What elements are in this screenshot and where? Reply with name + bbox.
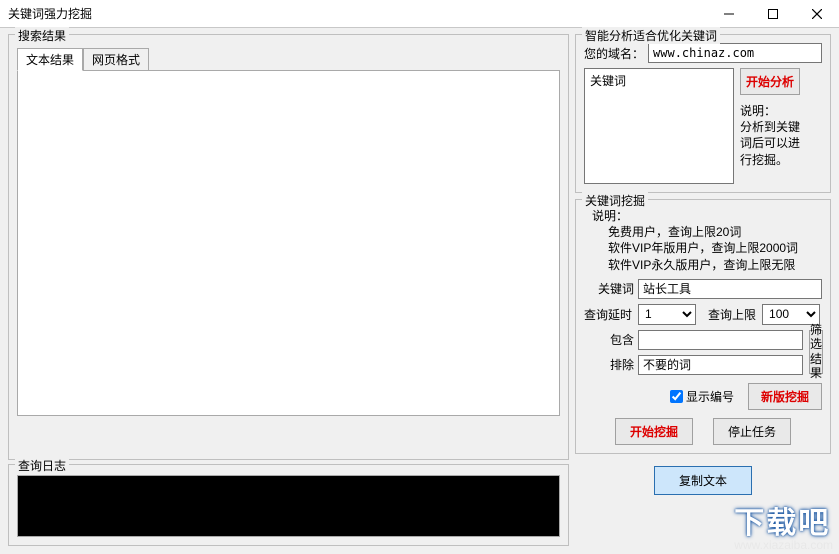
- domain-label: 您的域名：: [584, 45, 644, 62]
- keyword-input[interactable]: [638, 279, 822, 299]
- mining-actions: 开始挖掘 停止任务: [584, 418, 822, 445]
- search-results-group: 搜索结果 文本结果 网页格式: [8, 34, 569, 460]
- exclude-input[interactable]: [638, 355, 803, 375]
- filter-button-label: 筛选结果: [810, 323, 822, 381]
- limit-select[interactable]: 100: [762, 304, 820, 325]
- analysis-desc-head: 说明：: [740, 104, 776, 118]
- query-log-area[interactable]: [17, 475, 560, 537]
- keyword-label: 关键词: [584, 280, 634, 297]
- delay-limit-row: 查询延时 1 查询上限 100: [584, 304, 822, 325]
- mining-group: 关键词挖掘 说明： 免费用户，查询上限20词 软件VIP年版用户，查询上限200…: [575, 199, 831, 454]
- exclude-label: 排除: [584, 356, 634, 373]
- exclude-row: 排除: [584, 355, 803, 375]
- filter-block: 包含 排除 筛选结果: [584, 330, 822, 375]
- analysis-desc: 说明： 分析到关键词后可以进行挖掘。: [740, 103, 800, 168]
- analysis-group: 智能分析适合优化关键词 您的域名： 关键词 开始分析 说明： 分析到关键词后可以…: [575, 34, 831, 193]
- stop-task-button[interactable]: 停止任务: [713, 418, 791, 445]
- results-area[interactable]: [17, 70, 560, 416]
- domain-input[interactable]: [648, 43, 822, 63]
- copy-text-button[interactable]: 复制文本: [654, 466, 752, 495]
- close-button[interactable]: [795, 0, 839, 28]
- include-row: 包含: [584, 330, 803, 350]
- analysis-legend: 智能分析适合优化关键词: [582, 27, 720, 44]
- mining-legend: 关键词挖掘: [582, 192, 648, 209]
- mining-desc: 说明： 免费用户，查询上限20词 软件VIP年版用户，查询上限2000词 软件V…: [584, 208, 822, 273]
- limit-label: 查询上限: [708, 306, 756, 323]
- tab-web-format[interactable]: 网页格式: [83, 48, 149, 71]
- result-tabs: 文本结果 网页格式: [17, 47, 560, 70]
- minimize-button[interactable]: [707, 0, 751, 28]
- include-label: 包含: [584, 331, 634, 348]
- mining-desc-2: 软件VIP年版用户，查询上限2000词: [584, 240, 822, 256]
- query-log-legend: 查询日志: [15, 457, 69, 474]
- body: 搜索结果 文本结果 网页格式 查询日志 智能分析适合优化关键词 您的域名： 关键…: [0, 28, 839, 554]
- analysis-keyword-head: 关键词: [590, 74, 626, 88]
- show-number-checkbox[interactable]: 显示编号: [670, 388, 734, 405]
- copy-row: 复制文本: [575, 466, 831, 495]
- search-results-legend: 搜索结果: [15, 27, 69, 44]
- include-input[interactable]: [638, 330, 803, 350]
- analysis-body: 关键词 开始分析 说明： 分析到关键词后可以进行挖掘。: [584, 68, 822, 184]
- start-analysis-button[interactable]: 开始分析: [740, 68, 800, 95]
- maximize-button[interactable]: [751, 0, 795, 28]
- analysis-desc-body: 分析到关键词后可以进行挖掘。: [740, 120, 800, 166]
- new-version-button[interactable]: 新版挖掘: [748, 383, 822, 410]
- mining-desc-head: 说明：: [584, 208, 822, 224]
- delay-label: 查询延时: [584, 306, 632, 323]
- show-number-input[interactable]: [670, 390, 683, 403]
- analysis-side: 开始分析 说明： 分析到关键词后可以进行挖掘。: [740, 68, 800, 184]
- filter-results-button[interactable]: 筛选结果: [809, 330, 823, 374]
- analysis-keyword-area[interactable]: 关键词: [584, 68, 734, 184]
- mining-desc-1: 免费用户，查询上限20词: [584, 224, 822, 240]
- left-pane: 搜索结果 文本结果 网页格式 查询日志: [8, 34, 569, 546]
- keyword-row: 关键词: [584, 279, 822, 299]
- window-title: 关键词强力挖掘: [0, 5, 707, 22]
- mining-desc-3: 软件VIP永久版用户，查询上限无限: [584, 257, 822, 273]
- checkbox-row: 显示编号 新版挖掘: [584, 383, 822, 410]
- titlebar: 关键词强力挖掘: [0, 0, 839, 28]
- start-mining-button[interactable]: 开始挖掘: [615, 418, 693, 445]
- right-pane: 智能分析适合优化关键词 您的域名： 关键词 开始分析 说明： 分析到关键词后可以…: [575, 34, 831, 546]
- window-buttons: [707, 0, 839, 28]
- domain-row: 您的域名：: [584, 43, 822, 63]
- delay-select[interactable]: 1: [638, 304, 696, 325]
- query-log-group: 查询日志: [8, 464, 569, 546]
- tab-text-results[interactable]: 文本结果: [17, 48, 83, 71]
- show-number-label: 显示编号: [686, 388, 734, 405]
